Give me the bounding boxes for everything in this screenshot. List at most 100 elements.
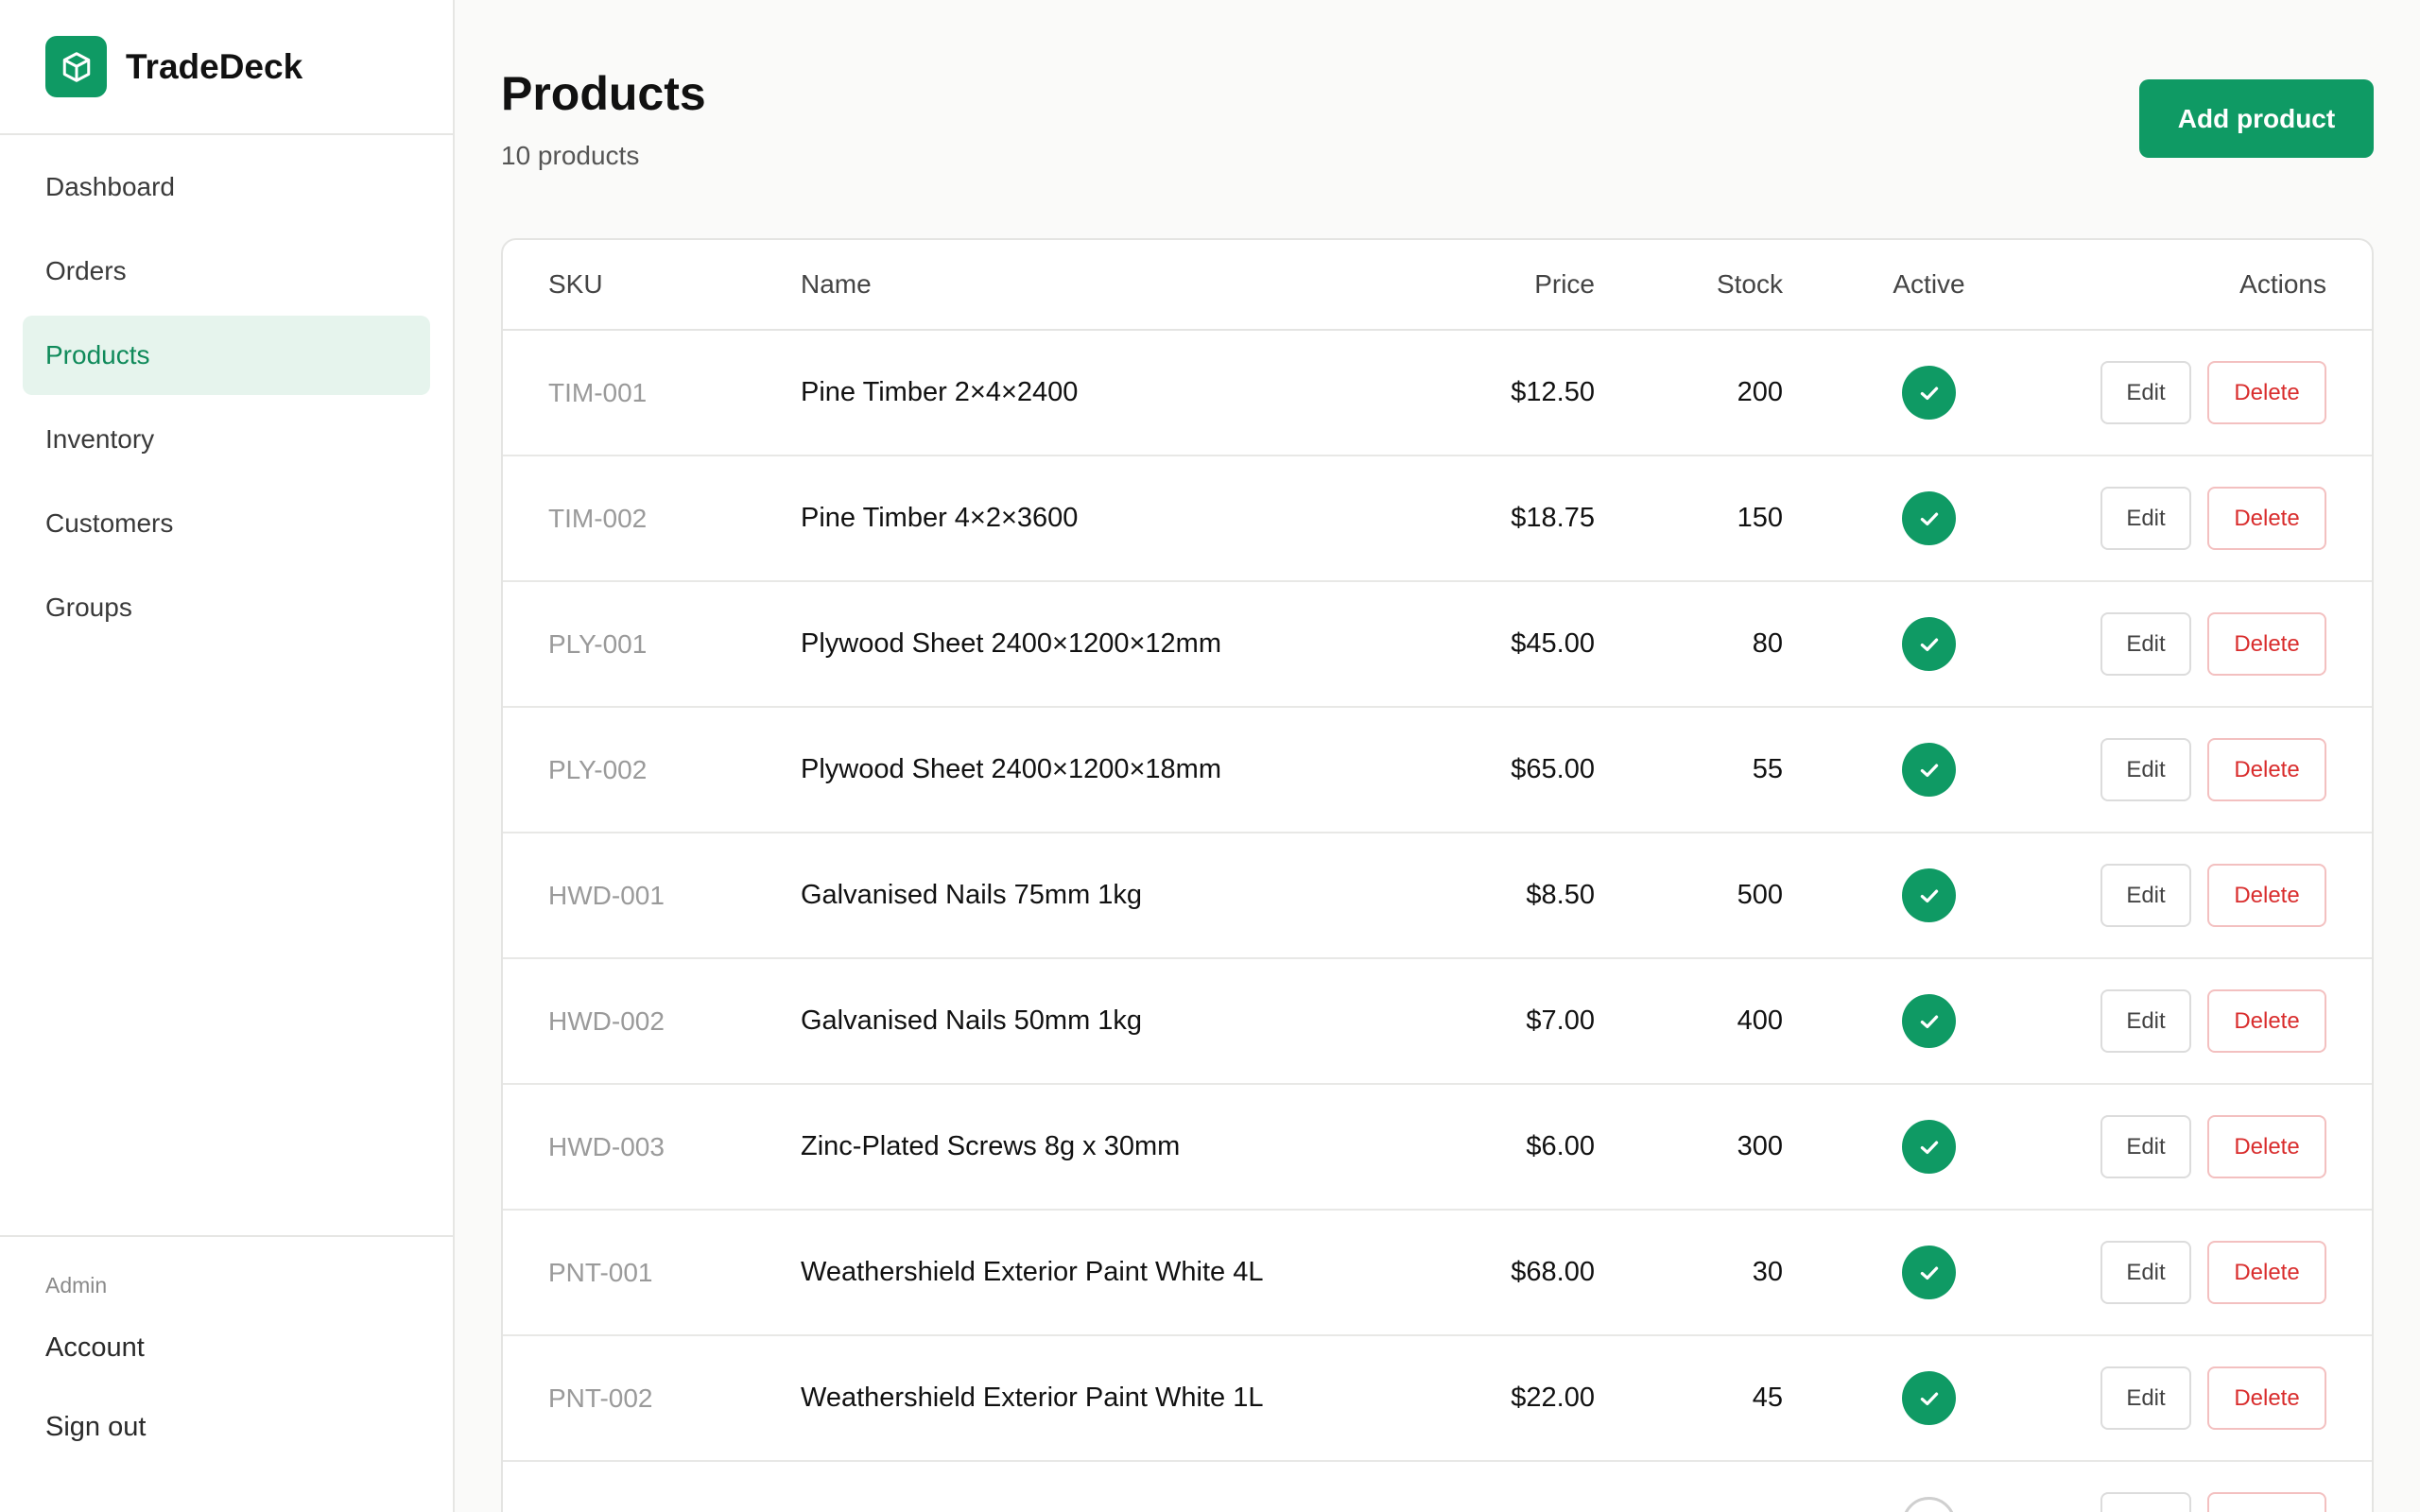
row-stock: 30: [1752, 1257, 1783, 1287]
delete-button[interactable]: Delete: [2207, 1366, 2326, 1430]
row-price: $7.00: [1526, 1005, 1595, 1036]
edit-button[interactable]: Edit: [2100, 738, 2191, 801]
active-check-icon: [1902, 617, 1956, 671]
edit-button[interactable]: Edit: [2100, 864, 2191, 927]
active-check-icon: [1902, 366, 1956, 420]
row-price: $18.75: [1511, 503, 1595, 533]
row-name: Galvanised Nails 50mm 1kg: [801, 1005, 1143, 1036]
row-active-cell: [1783, 1371, 2075, 1425]
table-row: PLY-002 Plywood Sheet 2400×1200×18mm $65…: [503, 708, 2372, 833]
row-actions: Edit Delete: [2075, 1241, 2372, 1304]
row-stock: 150: [1737, 503, 1783, 533]
table-header: SKU Name Price Stock Active Actions: [503, 240, 2372, 331]
sidebar-item-dashboard[interactable]: Dashboard: [23, 147, 430, 227]
brand: TradeDeck: [0, 0, 453, 135]
row-price: $12.50: [1511, 377, 1595, 407]
add-product-button[interactable]: Add product: [2139, 79, 2374, 158]
table-row: HWD-003 Zinc-Plated Screws 8g x 30mm $6.…: [503, 1085, 2372, 1211]
delete-button[interactable]: Delete: [2207, 1115, 2326, 1178]
table-row: PNT-002 Weathershield Exterior Paint Whi…: [503, 1336, 2372, 1462]
active-check-icon: [1902, 1371, 1956, 1425]
row-active-cell: [1783, 617, 2075, 671]
delete-button[interactable]: Delete: [2207, 612, 2326, 676]
sidebar-item-inventory[interactable]: Inventory: [23, 400, 430, 479]
row-actions: Edit Delete: [2075, 1492, 2372, 1512]
delete-button[interactable]: Delete: [2207, 864, 2326, 927]
row-active-cell: [1783, 743, 2075, 797]
admin-section-label: Admin: [45, 1273, 108, 1297]
delete-button[interactable]: Delete: [2207, 989, 2326, 1053]
row-sku: PLY-001: [548, 628, 648, 659]
sidebar-item-orders[interactable]: Orders: [23, 232, 430, 311]
sidebar-item-customers[interactable]: Customers: [23, 484, 430, 563]
row-price: $45.00: [1511, 628, 1595, 659]
row-price: $68.00: [1511, 1257, 1595, 1287]
delete-button[interactable]: Delete: [2207, 1492, 2326, 1512]
sidebar-item-sign-out[interactable]: Sign out: [0, 1387, 453, 1467]
row-active-cell: [1783, 1120, 2075, 1174]
row-sku: PNT-002: [548, 1383, 653, 1413]
sidebar: TradeDeck Dashboard Orders Products Inve…: [0, 0, 455, 1512]
row-price: $6.00: [1526, 1131, 1595, 1161]
row-actions: Edit Delete: [2075, 738, 2372, 801]
active-check-icon: [1902, 868, 1956, 922]
row-active-cell: [1783, 1246, 2075, 1299]
sidebar-nav: Dashboard Orders Products Inventory Cust…: [0, 147, 453, 647]
row-sku: PLY-002: [548, 754, 648, 784]
edit-button[interactable]: Edit: [2100, 361, 2191, 424]
delete-button[interactable]: Delete: [2207, 487, 2326, 550]
row-name: Weathershield Exterior Paint White 1L: [801, 1383, 1264, 1413]
table-row: TIM-002 Pine Timber 4×2×3600 $18.75 150 …: [503, 456, 2372, 582]
edit-button[interactable]: Edit: [2100, 1241, 2191, 1304]
row-actions: Edit Delete: [2075, 989, 2372, 1053]
column-header-active: Active: [1893, 269, 1965, 299]
row-active-cell: [1783, 491, 2075, 545]
row-actions: Edit Delete: [2075, 361, 2372, 424]
cube-icon: [45, 36, 107, 97]
row-stock: 45: [1752, 1383, 1783, 1413]
table-row: PNT-001 Weathershield Exterior Paint Whi…: [503, 1211, 2372, 1336]
column-header-price: Price: [1534, 269, 1595, 299]
active-check-icon: [1902, 491, 1956, 545]
page-title: Products: [501, 67, 706, 120]
row-actions: Edit Delete: [2075, 1115, 2372, 1178]
delete-button[interactable]: Delete: [2207, 738, 2326, 801]
brand-name: TradeDeck: [126, 46, 303, 86]
row-stock: 400: [1737, 1005, 1783, 1036]
table-row: Edit Delete: [503, 1462, 2372, 1512]
inactive-circle-icon: [1902, 1497, 1956, 1512]
row-name: Plywood Sheet 2400×1200×18mm: [801, 754, 1221, 784]
active-check-icon: [1902, 1120, 1956, 1174]
edit-button[interactable]: Edit: [2100, 1366, 2191, 1430]
table-row: HWD-001 Galvanised Nails 75mm 1kg $8.50 …: [503, 833, 2372, 959]
row-sku: TIM-002: [548, 503, 648, 533]
sidebar-item-account[interactable]: Account: [0, 1308, 453, 1387]
products-table: SKU Name Price Stock Active Actions TIM-…: [501, 238, 2374, 1512]
delete-button[interactable]: Delete: [2207, 1241, 2326, 1304]
row-price: $22.00: [1511, 1383, 1595, 1413]
edit-button[interactable]: Edit: [2100, 989, 2191, 1053]
row-name: Pine Timber 4×2×3600: [801, 503, 1079, 533]
row-stock: 300: [1737, 1131, 1783, 1161]
edit-button[interactable]: Edit: [2100, 1492, 2191, 1512]
edit-button[interactable]: Edit: [2100, 487, 2191, 550]
edit-button[interactable]: Edit: [2100, 612, 2191, 676]
row-name: Galvanised Nails 75mm 1kg: [801, 880, 1143, 910]
delete-button[interactable]: Delete: [2207, 361, 2326, 424]
active-check-icon: [1902, 1246, 1956, 1299]
row-active-cell: [1783, 868, 2075, 922]
edit-button[interactable]: Edit: [2100, 1115, 2191, 1178]
row-price: $65.00: [1511, 754, 1595, 784]
row-sku: HWD-001: [548, 880, 665, 910]
row-sku: HWD-002: [548, 1005, 665, 1036]
active-check-icon: [1902, 994, 1956, 1048]
sidebar-item-groups[interactable]: Groups: [23, 568, 430, 647]
column-header-name: Name: [801, 269, 872, 299]
row-stock: 500: [1737, 880, 1783, 910]
row-name: Weathershield Exterior Paint White 4L: [801, 1257, 1264, 1287]
row-stock: 200: [1737, 377, 1783, 407]
row-stock: 80: [1752, 628, 1783, 659]
row-active-cell: [1783, 1497, 2075, 1512]
sidebar-item-products[interactable]: Products: [23, 316, 430, 395]
product-count: 10 products: [501, 141, 640, 170]
